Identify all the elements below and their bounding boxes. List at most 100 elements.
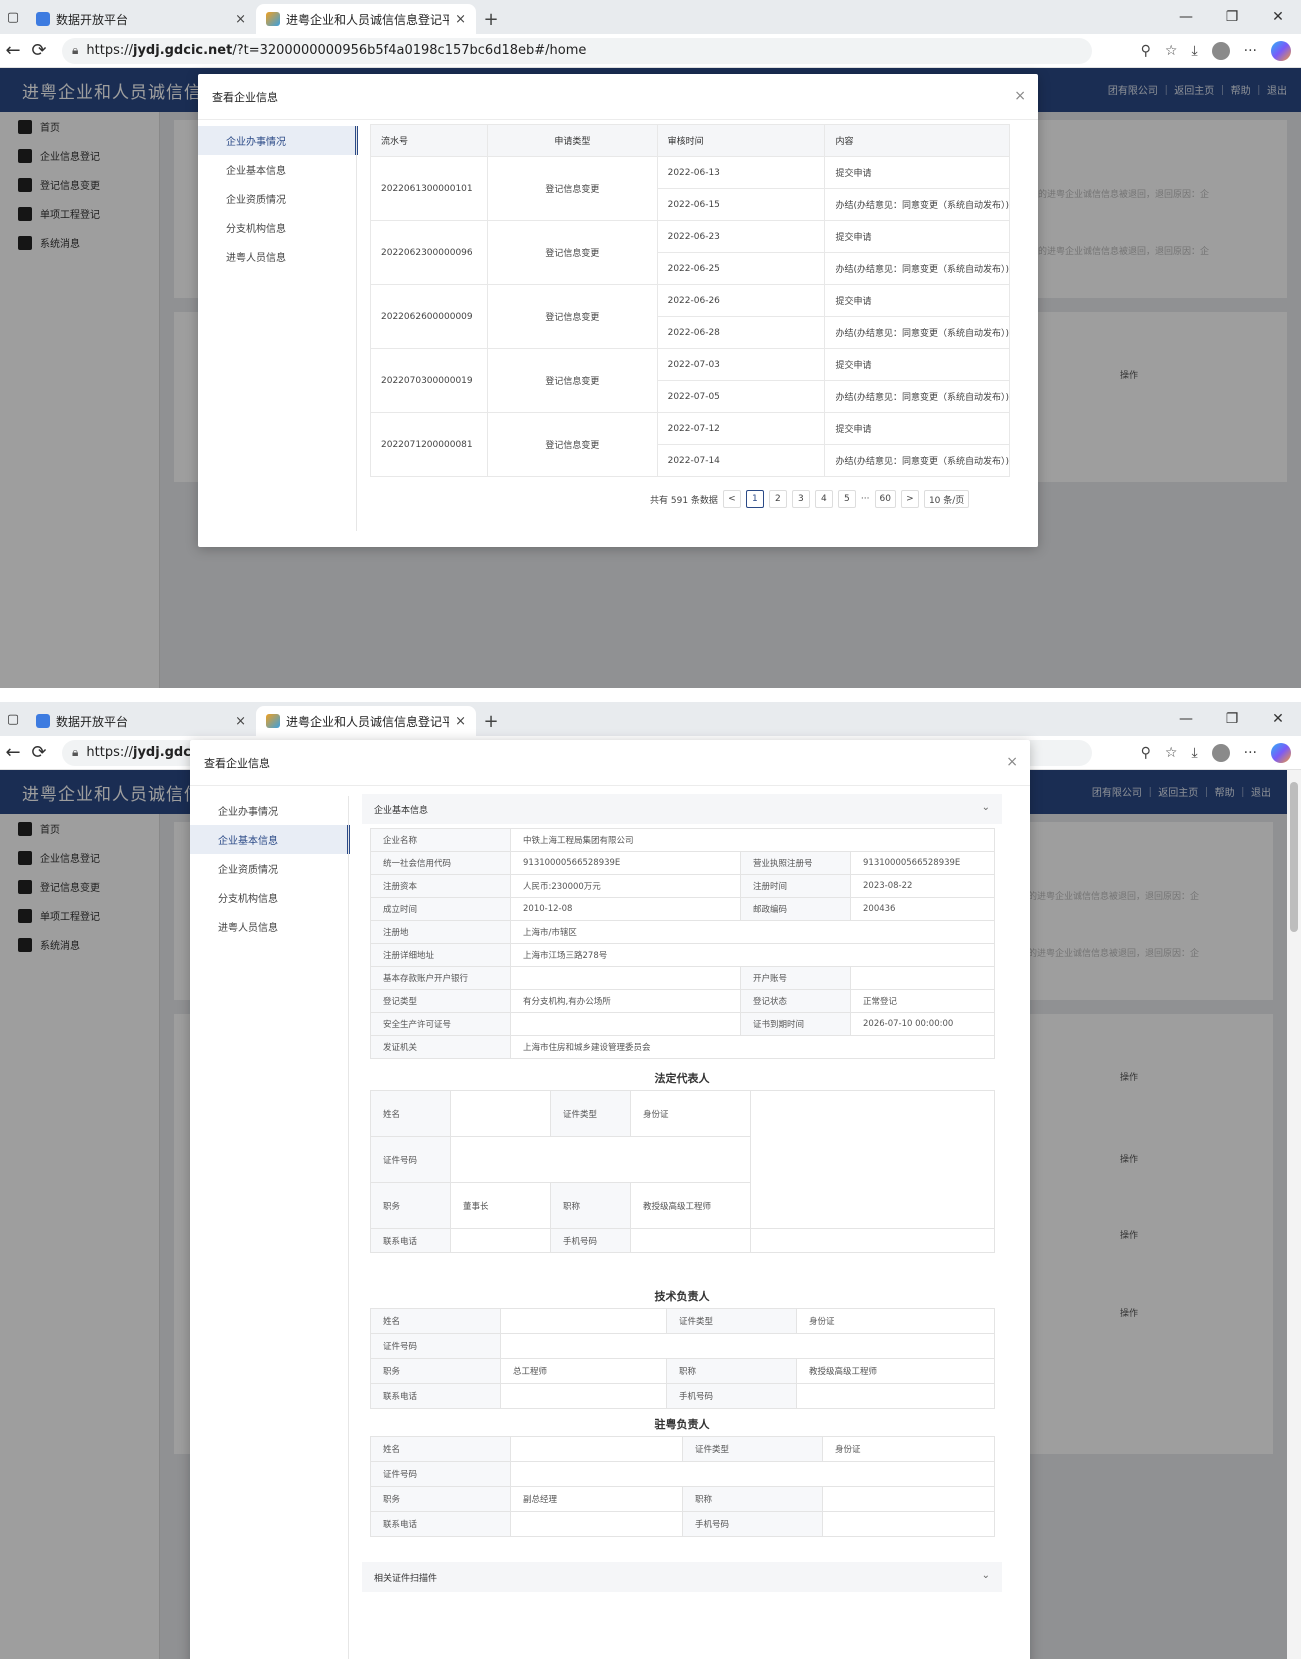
page-button[interactable]: 5 (837, 490, 856, 508)
window-controls: — ❐ ✕ (1163, 702, 1301, 736)
profile-avatar[interactable] (1211, 743, 1230, 762)
scrollbar-thumb[interactable] (1290, 782, 1298, 932)
tab-basic-info[interactable]: 企业基本信息 (198, 155, 358, 184)
new-tab-icon[interactable]: + (476, 4, 506, 34)
app-area: 进粤企业和人员诚信信息登记 团有限公司 ｜ 返回主页 ｜ 帮助 ｜ 退出 首页 … (0, 68, 1301, 688)
page-button[interactable]: 4 (814, 490, 833, 508)
platform-favicon-icon (36, 12, 50, 26)
more-icon[interactable]: ··· (1244, 745, 1257, 761)
restore-icon[interactable]: ❐ (1209, 9, 1255, 25)
url-text: https://jydj.gdcic.net/?t=3200000000956b… (86, 43, 587, 58)
zoom-icon[interactable]: ⚲ (1141, 745, 1151, 761)
tab-title: 进粤企业和人员诚信信息登记平台 (286, 12, 450, 27)
minimize-icon[interactable]: — (1163, 711, 1209, 727)
favorite-star-icon[interactable]: ☆ (1165, 745, 1178, 761)
chevron-down-icon[interactable]: ⌄ (982, 802, 990, 813)
modal-nav: 企业办事情况 企业基本信息 企业资质情况 分支机构信息 进粤人员信息 (198, 126, 358, 271)
next-page-button[interactable]: > (900, 490, 919, 508)
tab-basic-info[interactable]: 企业基本信息 (190, 825, 350, 854)
redacted-value (850, 966, 995, 990)
table-row: 2022062600000009 登记信息变更 2022-06-26 提交申请 (369, 284, 1010, 349)
tab-actions-icon[interactable]: ▢ (0, 702, 26, 736)
modal-nav: 企业办事情况 企业基本信息 企业资质情况 分支机构信息 进粤人员信息 (190, 796, 350, 941)
nav-divider (348, 796, 349, 1659)
zoom-icon[interactable]: ⚲ (1141, 43, 1151, 59)
back-icon[interactable]: ← (0, 742, 26, 763)
refresh-icon[interactable]: ⟳ (26, 742, 52, 763)
page-button[interactable]: 1 (745, 490, 764, 508)
tab-data-platform[interactable]: 数据开放平台 × (26, 706, 256, 736)
tab-branches[interactable]: 分支机构信息 (190, 883, 350, 912)
back-icon[interactable]: ← (0, 40, 26, 61)
screenshot-divider (0, 688, 1301, 702)
tech-lead-title: 技术负责人 (654, 1290, 710, 1303)
copilot-icon[interactable] (1271, 40, 1291, 61)
minimize-icon[interactable]: — (1163, 9, 1209, 25)
copilot-icon[interactable] (1271, 742, 1291, 763)
page-ellipsis[interactable]: ··· (861, 494, 870, 504)
download-icon[interactable]: ⤓ (1191, 43, 1197, 59)
tab-personnel[interactable]: 进粤人员信息 (198, 242, 358, 271)
tab-registration-platform[interactable]: 进粤企业和人员诚信信息登记平台 × (256, 4, 476, 34)
lock-icon: 🔒︎ (72, 745, 79, 759)
page-size-select[interactable]: 10 条/页 (923, 490, 970, 508)
tab-close-icon[interactable]: × (455, 714, 466, 729)
tab-personnel[interactable]: 进粤人员信息 (190, 912, 350, 941)
close-icon[interactable]: × (1006, 754, 1018, 770)
tab-title: 数据开放平台 (56, 12, 129, 27)
tab-title: 进粤企业和人员诚信信息登记平台 (286, 714, 450, 729)
pagination: 共有 591 条数据 < 1 2 3 4 5 ··· 60 > 10 条/页 (650, 490, 970, 508)
tab-close-icon[interactable]: × (455, 12, 466, 27)
page-scrollbar[interactable] (1287, 770, 1301, 1659)
page-button[interactable]: 60 (874, 490, 896, 508)
browser-toolbar: ← ⟳ 🔒︎ https://jydj.gdcic.net/?t=3200000… (0, 34, 1301, 68)
nav-divider (356, 126, 357, 531)
tab-affairs[interactable]: 企业办事情况 (190, 796, 350, 825)
records-table: 流水号 申请类型 审核时间 内容 2022061300000101 登记信息变更 2… (369, 124, 1010, 477)
address-bar[interactable]: 🔒︎ https://jydj.gdcic.net/?t=32000000009… (62, 37, 1092, 64)
section-basic-info[interactable]: 企业基本信息 ⌄ (362, 794, 1002, 824)
tab-registration-platform[interactable]: 进粤企业和人员诚信信息登记平台 × (256, 706, 476, 736)
browser-tab-bar: ▢ 数据开放平台 × 进粤企业和人员诚信信息登记平台 × + — ❐ ✕ (0, 0, 1301, 34)
site-favicon-icon (266, 714, 280, 728)
browser-tab-bar: ▢ 数据开放平台 × 进粤企业和人员诚信信息登记平台 × + — ❐ ✕ (0, 702, 1301, 736)
restore-icon[interactable]: ❐ (1209, 711, 1255, 727)
refresh-icon[interactable]: ⟳ (26, 40, 52, 61)
tab-data-platform[interactable]: 数据开放平台 × (26, 4, 256, 34)
chevron-down-icon[interactable]: ⌄ (982, 1570, 990, 1581)
resident-lead-table: 姓名 证件类型 身份证 证件号码 职务 副总经理 职称 联系电话 手机号码 (370, 1436, 995, 1537)
page-button[interactable]: 3 (791, 490, 810, 508)
company-name: 中铁上海工程局集团有限公司 (510, 828, 995, 852)
section-scans[interactable]: 相关证件扫描件 ⌄ (362, 1562, 1002, 1592)
window-controls: — ❐ ✕ (1163, 0, 1301, 34)
download-icon[interactable]: ⤓ (1191, 745, 1197, 761)
tab-affairs[interactable]: 企业办事情况 (198, 126, 358, 155)
resident-lead-title: 驻粤负责人 (654, 1418, 710, 1431)
more-icon[interactable]: ··· (1244, 43, 1257, 59)
close-window-icon[interactable]: ✕ (1255, 9, 1301, 25)
column-header: 流水号 (369, 124, 489, 157)
screenshot-basic-info: ▢ 数据开放平台 × 进粤企业和人员诚信信息登记平台 × + — ❐ ✕ ← ⟳… (0, 702, 1301, 1659)
tab-qualification[interactable]: 企业资质情况 (198, 184, 358, 213)
tab-actions-icon[interactable]: ▢ (0, 0, 26, 34)
tab-branches[interactable]: 分支机构信息 (198, 213, 358, 242)
column-header: 内容 (824, 124, 1010, 157)
tab-close-icon[interactable]: × (235, 12, 246, 27)
profile-avatar[interactable] (1211, 41, 1230, 60)
platform-favicon-icon (36, 714, 50, 728)
favorite-star-icon[interactable]: ☆ (1165, 43, 1178, 59)
total-count: 共有 591 条数据 (650, 495, 718, 506)
table-row: 2022071200000081 登记信息变更 2022-07-12 提交申请 (369, 412, 1010, 477)
table-row: 2022061300000101 登记信息变更 2022-06-13 提交申请 (369, 156, 1010, 221)
tab-title: 数据开放平台 (56, 714, 129, 729)
close-window-icon[interactable]: ✕ (1255, 711, 1301, 727)
table-row: 2022070300000019 登记信息变更 2022-07-03 提交申请 (369, 348, 1010, 413)
column-header: 申请类型 (487, 124, 658, 157)
prev-page-button[interactable]: < (722, 490, 741, 508)
page-button[interactable]: 2 (768, 490, 787, 508)
lock-icon: 🔒︎ (72, 43, 79, 57)
tab-close-icon[interactable]: × (235, 714, 246, 729)
tab-qualification[interactable]: 企业资质情况 (190, 854, 350, 883)
new-tab-icon[interactable]: + (476, 706, 506, 736)
close-icon[interactable]: × (1014, 88, 1026, 104)
